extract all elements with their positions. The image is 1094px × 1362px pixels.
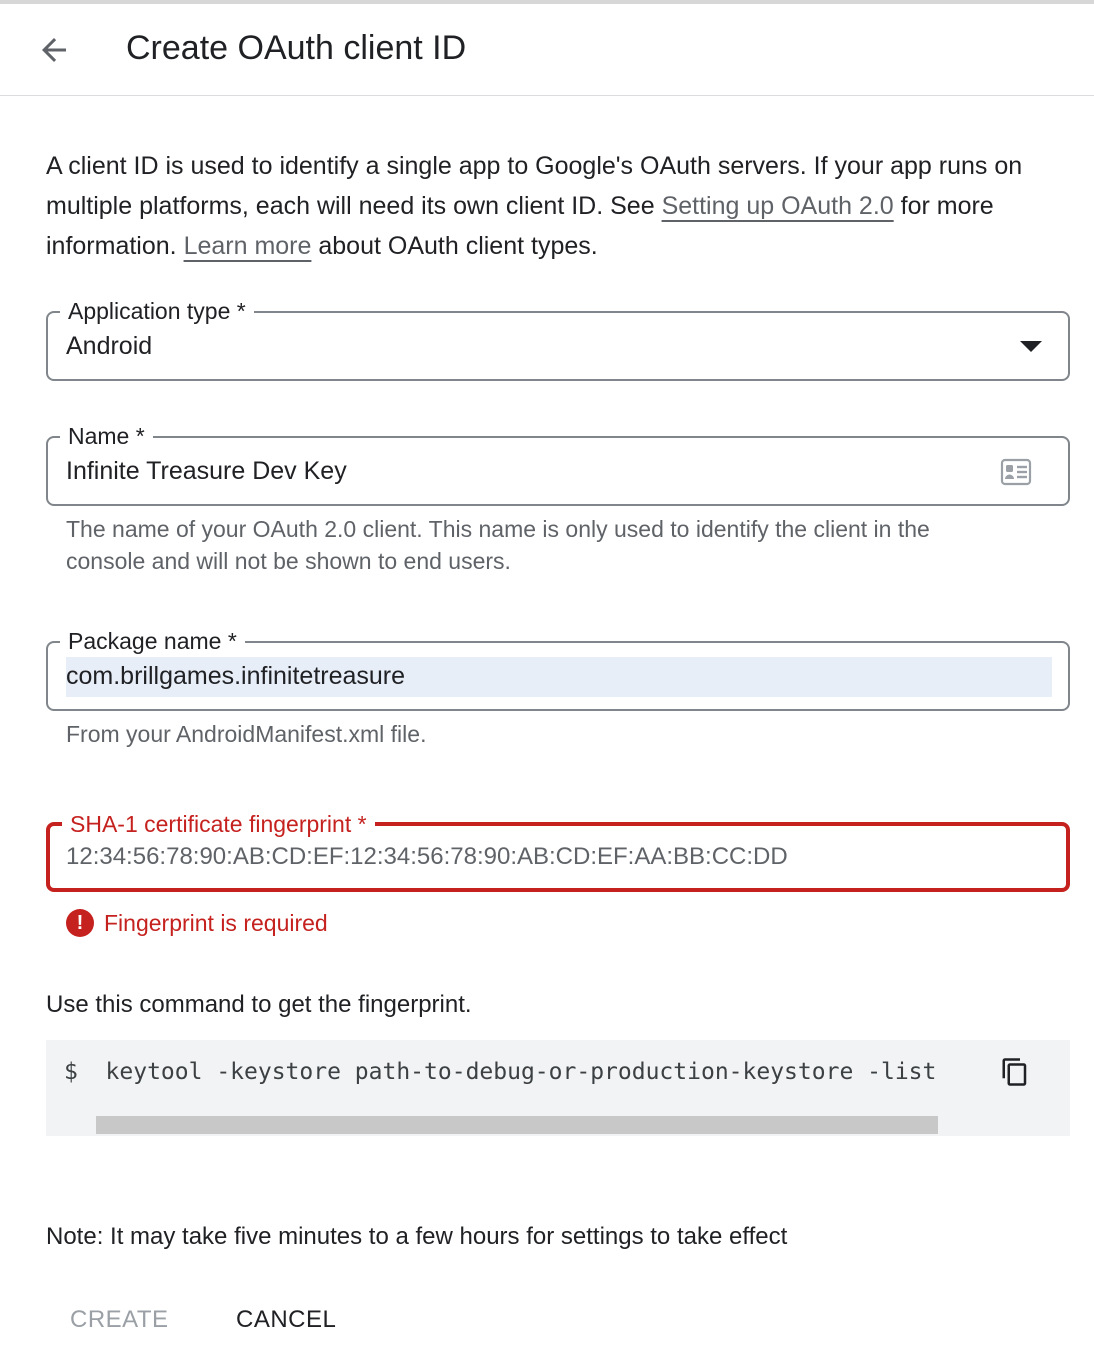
copy-icon[interactable] (1000, 1056, 1030, 1088)
package-name-input[interactable]: com.brillgames.infinitetreasure (66, 659, 405, 693)
back-button[interactable] (30, 26, 78, 74)
page-header: Create OAuth client ID (0, 4, 1094, 96)
fingerprint-error-text: Fingerprint is required (104, 910, 328, 936)
package-name-field[interactable]: Package name * com.brillgames.infinitetr… (46, 626, 1070, 711)
application-type-value: Android (66, 332, 153, 360)
intro-text: A client ID is used to identify a single… (46, 146, 1066, 266)
command-hint: Use this command to get the fingerprint. (46, 991, 472, 1018)
cancel-button[interactable]: CANCEL (236, 1300, 336, 1340)
page-title: Create OAuth client ID (126, 29, 467, 67)
arrow-back-icon (42, 38, 66, 62)
name-helper-text: The name of your OAuth 2.0 client. This … (66, 516, 930, 574)
command-code-block: $ keytool -keystore path-to-debug-or-pro… (46, 1040, 1070, 1136)
application-type-label: Application type * (60, 296, 254, 326)
setting-up-oauth-link[interactable]: Setting up OAuth 2.0 (662, 192, 894, 220)
fingerprint-error: ! Fingerprint is required (66, 908, 328, 938)
horizontal-scrollbar[interactable] (96, 1116, 938, 1134)
contact-card-icon[interactable] (1000, 458, 1032, 486)
name-field[interactable]: Name * Infinite Treasure Dev Key (46, 421, 1070, 506)
application-type-select[interactable]: Application type * Android (46, 296, 1070, 381)
sha1-fingerprint-input[interactable]: 12:34:56:78:90:AB:CD:EF:12:34:56:78:90:A… (66, 840, 788, 874)
learn-more-link[interactable]: Learn more (184, 232, 312, 260)
create-button[interactable]: CREATE (70, 1300, 169, 1340)
note-text: Note: It may take five minutes to a few … (46, 1223, 788, 1250)
name-label: Name * (60, 421, 153, 451)
name-input[interactable]: Infinite Treasure Dev Key (66, 454, 347, 488)
package-name-helper-text: From your AndroidManifest.xml file. (66, 721, 427, 747)
intro-text-part3: about OAuth client types. (311, 232, 598, 260)
sha1-fingerprint-field[interactable]: SHA-1 certificate fingerprint * 12:34:56… (46, 809, 1070, 892)
package-name-label: Package name * (60, 626, 245, 656)
error-icon: ! (66, 909, 94, 937)
dropdown-arrow-icon[interactable] (1020, 341, 1042, 352)
sha1-fingerprint-label: SHA-1 certificate fingerprint * (62, 809, 375, 839)
command-code-text: $ keytool -keystore path-to-debug-or-pro… (64, 1059, 937, 1085)
